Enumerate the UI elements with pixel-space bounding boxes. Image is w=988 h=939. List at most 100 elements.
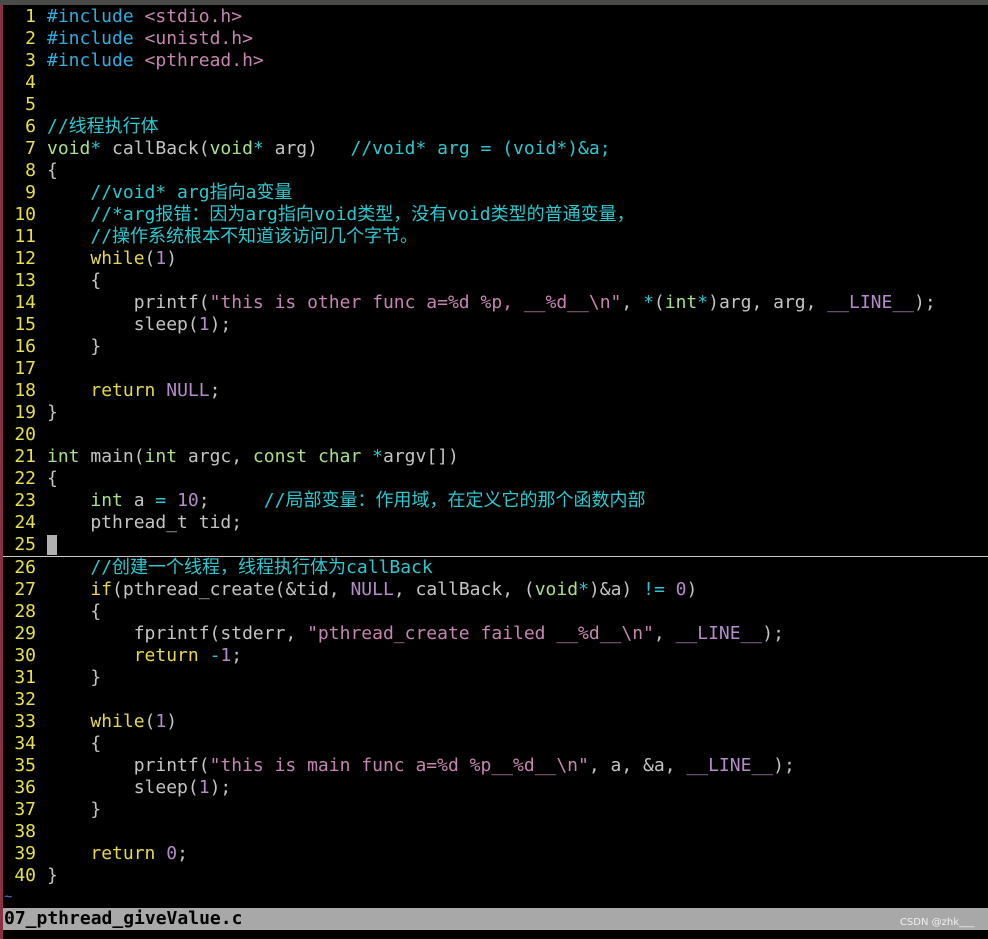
code-token: ); [762, 623, 784, 644]
code-line[interactable]: 3 #include <pthread.h> [3, 50, 988, 72]
code-line[interactable]: 5 [3, 94, 988, 116]
code-line[interactable]: 25 [3, 534, 988, 557]
code-line[interactable]: 20 [3, 424, 988, 446]
line-number: 14 [14, 292, 36, 313]
code-line[interactable]: 17 [3, 358, 988, 380]
code-line[interactable]: 9 //void* arg指向a变量 [3, 182, 988, 204]
code-line[interactable]: 39 return 0; [3, 843, 988, 865]
code-token: <pthread.h> [144, 50, 264, 71]
code-token: int [47, 446, 80, 467]
code-line[interactable]: 36 sleep(1); [3, 777, 988, 799]
code-line[interactable]: 4 [3, 72, 988, 94]
code-line[interactable]: 15 sleep(1); [3, 314, 988, 336]
code-token: } [47, 667, 102, 688]
vim-status-line: 07_pthread_giveValue.c [3, 908, 988, 930]
vim-editor-buffer[interactable]: 1 #include <stdio.h> 2 #include <unistd.h> 3… [3, 6, 988, 887]
line-number: 2 [25, 28, 36, 49]
code-token: )arg, arg, [708, 292, 828, 313]
code-token: <stdio.h> [144, 6, 243, 27]
empty-line-tilde: ~ [4, 889, 13, 905]
line-number: 18 [14, 380, 36, 401]
code-line[interactable]: 7 void* callBack(void* arg) //void* arg =… [3, 138, 988, 160]
code-token: ) [166, 711, 178, 732]
line-number: 16 [14, 336, 36, 357]
code-line[interactable]: 34 { [3, 733, 988, 755]
code-token: } [47, 336, 102, 357]
code-line[interactable]: 14 printf("this is other func a=%d %p, _… [3, 292, 988, 314]
code-line[interactable]: 2 #include <unistd.h> [3, 28, 988, 50]
code-line[interactable]: 30 return -1; [3, 645, 988, 667]
code-line[interactable]: 27 if(pthread_create(&tid, NULL, callBac… [3, 579, 988, 601]
code-token: * [252, 138, 264, 159]
code-line[interactable]: 22 { [3, 468, 988, 490]
code-line[interactable]: 29 fprintf(stderr, "pthread_create faile… [3, 623, 988, 645]
code-line[interactable]: 33 while(1) [3, 711, 988, 733]
line-number: 22 [14, 468, 36, 489]
code-token: #include [47, 28, 134, 49]
code-line[interactable]: 24 pthread_t tid; [3, 512, 988, 534]
code-line[interactable]: 16 } [3, 336, 988, 358]
code-line[interactable]: 19} [3, 402, 988, 424]
code-token: callBack( [101, 138, 210, 159]
line-number: 11 [14, 226, 36, 247]
code-token: //线程执行体 [47, 116, 159, 137]
code-line[interactable]: 12 while(1) [3, 248, 988, 270]
line-number: 19 [14, 402, 36, 423]
code-token: main( [79, 446, 145, 467]
code-token: , [653, 623, 676, 644]
code-token: while [90, 248, 145, 269]
code-line[interactable]: 1 #include <stdio.h> [3, 6, 988, 28]
code-token: 1 [198, 777, 210, 798]
code-line[interactable]: 28 { [3, 601, 988, 623]
code-line[interactable]: 13 { [3, 270, 988, 292]
code-token: //*arg报错：因为arg指向void类型，没有void类型的普通变量， [90, 204, 635, 225]
line-number: 7 [25, 138, 36, 159]
line-number: 35 [14, 755, 36, 776]
code-token: 1 [220, 645, 232, 666]
code-token: { [47, 270, 102, 291]
code-token: * [578, 579, 589, 600]
code-token: ; [209, 380, 221, 401]
code-line[interactable]: 10 //*arg报错：因为arg指向void类型，没有void类型的普通变量， [3, 204, 988, 226]
line-number: 8 [25, 160, 36, 181]
code-token: } [47, 402, 58, 423]
code-line[interactable]: 8{ [3, 160, 988, 182]
line-number: 30 [14, 645, 36, 666]
line-number: 26 [14, 557, 36, 578]
code-token: sleep( [47, 777, 199, 798]
code-line[interactable]: 40} [3, 865, 988, 887]
code-token: #include [47, 50, 134, 71]
code-line[interactable]: 6 //线程执行体 [3, 116, 988, 138]
code-line[interactable]: 31 } [3, 667, 988, 689]
code-token: * [697, 292, 709, 313]
code-line[interactable]: 26 //创建一个线程，线程执行体为callBack [3, 557, 988, 579]
code-token: 0 [166, 843, 178, 864]
code-token: pthread_t tid; [47, 512, 243, 533]
code-token: void [47, 138, 91, 159]
line-number: 25 [14, 534, 36, 555]
code-line[interactable]: 38 [3, 821, 988, 843]
code-line[interactable]: 35 printf("this is main func a=%d %p__%d… [3, 755, 988, 777]
code-line[interactable]: 37 } [3, 799, 988, 821]
code-line[interactable]: 32 [3, 689, 988, 711]
code-line[interactable]: 21 int main(int argc, const char *argv[]) [3, 446, 988, 468]
line-number: 29 [14, 623, 36, 644]
code-token: "this is main func a=%d %p__%d__\n" [209, 755, 589, 776]
line-number: 6 [25, 116, 36, 137]
code-token: } [47, 799, 102, 820]
code-token: if [90, 579, 113, 600]
code-token: __LINE__ [827, 292, 915, 313]
code-token: return [90, 380, 156, 401]
line-number: 27 [14, 579, 36, 600]
code-token: printf( [47, 755, 210, 776]
code-line[interactable]: 11 //操作系统根本不知道该访问几个字节。 [3, 226, 988, 248]
code-line[interactable]: 23 int a = 10; //局部变量：作用域，在定义它的那个函数内部 [3, 490, 988, 512]
code-line[interactable]: 18 return NULL; [3, 380, 988, 402]
